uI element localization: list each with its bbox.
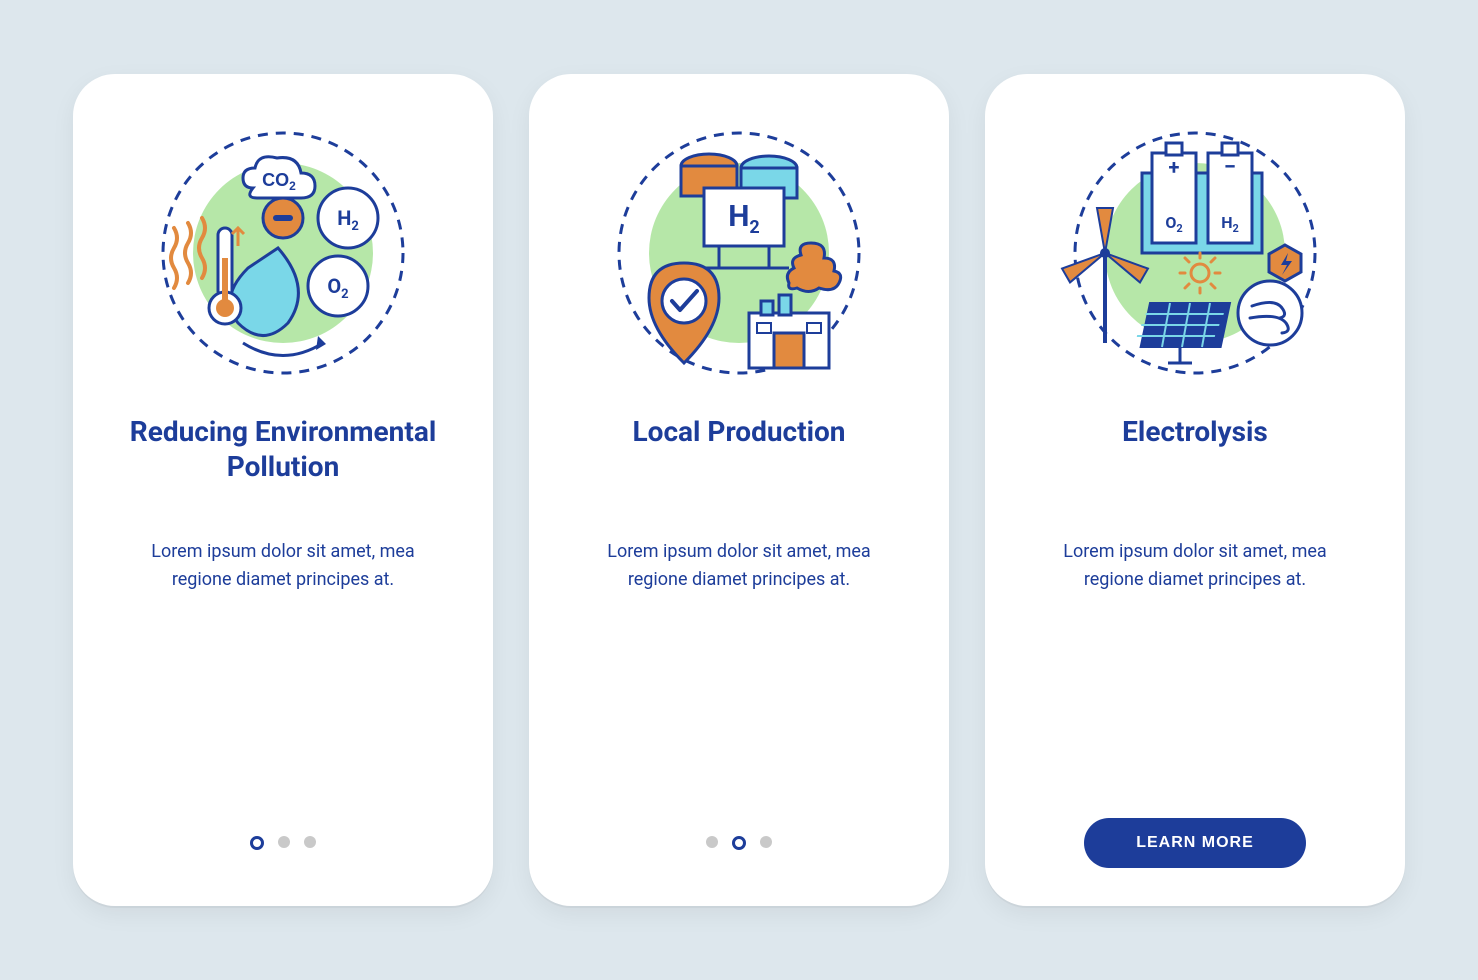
card-body: Lorem ipsum dolor sit amet, mea regione … (1035, 538, 1355, 594)
card-title: Electrolysis (1122, 414, 1268, 524)
dot-2[interactable] (732, 836, 746, 850)
illustration-pollution: CO2 H2 O2 (148, 118, 418, 388)
illustration-electrolysis: + − O2 H2 (1060, 118, 1330, 388)
card-footer (571, 816, 907, 870)
card-title: Local Production (633, 414, 846, 524)
svg-text:−: − (1224, 155, 1236, 180)
onboarding-card-3: + − O2 H2 (985, 74, 1405, 906)
illustration-local-production: H2 (604, 118, 874, 388)
dot-3[interactable] (304, 836, 316, 848)
dot-1[interactable] (706, 836, 718, 848)
svg-text:+: + (1169, 155, 1180, 179)
page-dots (706, 836, 772, 850)
card-body: Lorem ipsum dolor sit amet, mea regione … (579, 538, 899, 594)
card-footer: LEARN MORE (1027, 816, 1363, 870)
card-body: Lorem ipsum dolor sit amet, mea regione … (123, 538, 443, 594)
dot-1[interactable] (250, 836, 264, 850)
card-footer (115, 816, 451, 870)
onboarding-card-1: CO2 H2 O2 (73, 74, 493, 906)
dot-2[interactable] (278, 836, 290, 848)
learn-more-button[interactable]: LEARN MORE (1084, 818, 1306, 868)
dot-3[interactable] (760, 836, 772, 848)
card-title: Reducing Environmental Pollution (115, 414, 451, 524)
page-dots (250, 836, 316, 850)
onboarding-card-2: H2 Local Production Lorem ipsum dolor si… (529, 74, 949, 906)
